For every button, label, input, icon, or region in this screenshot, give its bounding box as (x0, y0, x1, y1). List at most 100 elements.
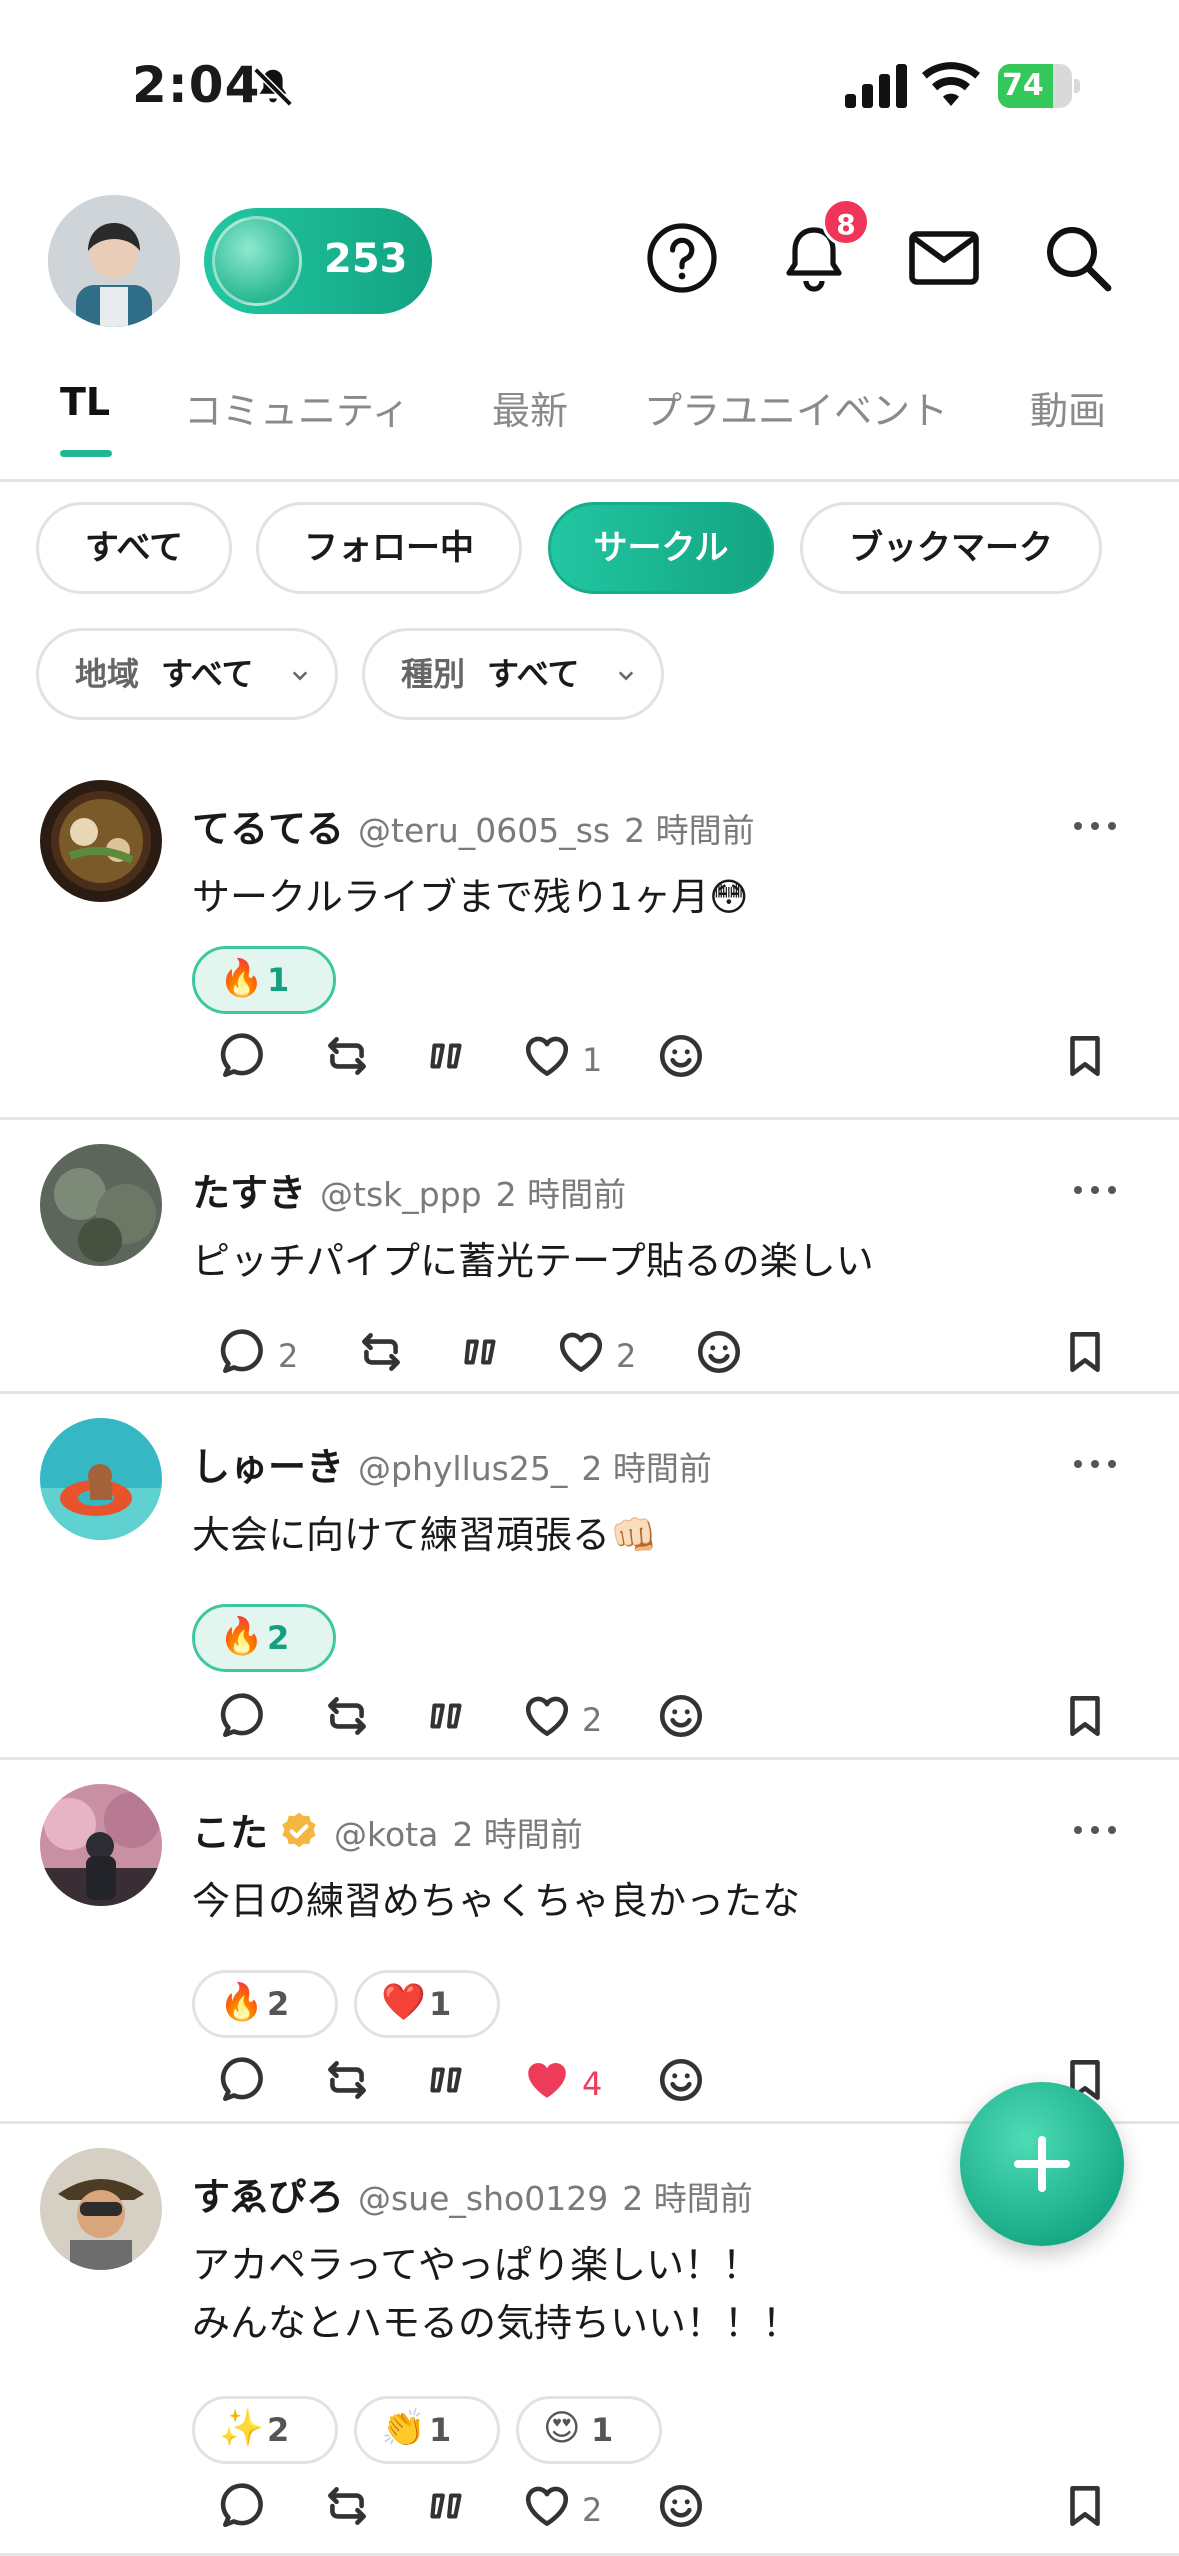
more-options-icon[interactable] (1070, 816, 1120, 836)
post-author-name[interactable]: しゅーき (192, 1445, 344, 1489)
reaction-count: 1 (591, 2411, 614, 2449)
post-author-handle[interactable]: @sue_sho0129 (358, 2179, 608, 2218)
post-author-handle[interactable]: @phyllus25_ (358, 1449, 567, 1488)
filter-circle[interactable]: サークル (548, 502, 774, 594)
reply-button[interactable] (218, 1030, 268, 1090)
post-card[interactable]: こた @kota 2 時間前 今日の練習めちゃくちゃ良かったな 🔥 2 ❤️ 1 4 (0, 1760, 1179, 2124)
points-pill[interactable]: 253 (204, 208, 432, 314)
quote-button[interactable] (422, 2480, 472, 2540)
post-avatar[interactable] (40, 780, 162, 902)
more-options-icon[interactable] (1070, 1180, 1120, 1200)
reaction-count: 2 (267, 1985, 290, 2023)
compose-button[interactable] (960, 2082, 1124, 2246)
tab-tl[interactable]: TL (60, 380, 110, 424)
like-button[interactable]: 2 (522, 2480, 602, 2540)
add-reaction-button[interactable] (656, 2054, 706, 2114)
post-author-handle[interactable]: @tsk_ppp (320, 1175, 482, 1214)
post-avatar[interactable] (40, 1784, 162, 1906)
like-button[interactable]: 1 (522, 1030, 602, 1090)
search-icon[interactable] (1038, 218, 1118, 298)
post-text: サークルライブまで残り1ヶ月😳 (192, 875, 749, 919)
repost-button[interactable] (322, 1030, 372, 1090)
heart-icon (522, 2055, 572, 2113)
cellular-signal-icon (845, 64, 907, 108)
post-author-name[interactable]: たすき (192, 1171, 306, 1215)
more-options-icon[interactable] (1070, 1820, 1120, 1840)
chevron-down-icon (292, 671, 308, 681)
filter-all[interactable]: すべて (36, 502, 232, 594)
like-button[interactable]: 2 (522, 1690, 602, 1750)
post-author-name[interactable]: てるてる (192, 807, 344, 851)
tab-events[interactable]: プラユニイベント (644, 380, 948, 435)
quote-button[interactable] (422, 1690, 472, 1750)
reaction-chip[interactable]: 🔥 2 (192, 1604, 336, 1672)
post-author-name[interactable]: こた (192, 1811, 268, 1855)
reaction-chip[interactable]: 🔥 2 (192, 1970, 338, 2038)
filter-following[interactable]: フォロー中 (256, 502, 522, 594)
type-dropdown[interactable]: 種別 すべて (362, 628, 664, 720)
post-author-handle[interactable]: @teru_0605_ss (358, 811, 610, 850)
filter-bookmark[interactable]: ブックマーク (800, 502, 1102, 594)
repost-icon (356, 1327, 406, 1385)
add-reaction-button[interactable] (656, 1690, 706, 1750)
reply-icon (218, 1327, 268, 1385)
reaction-chip[interactable]: 🔥 1 (192, 946, 336, 1014)
repost-button[interactable] (322, 2480, 372, 2540)
profile-avatar[interactable] (48, 195, 180, 327)
status-time: 2:04 (132, 56, 261, 114)
bookmark-button[interactable] (1060, 2480, 1110, 2540)
tab-latest[interactable]: 最新 (492, 380, 568, 435)
post-avatar[interactable] (40, 2148, 162, 2270)
reply-icon (218, 1691, 268, 1749)
post-author-name[interactable]: すゑぴろ (192, 2175, 344, 2219)
like-button[interactable]: 2 (556, 1326, 636, 1386)
more-options-icon[interactable] (1070, 1454, 1120, 1474)
quote-button[interactable] (456, 1326, 506, 1386)
post-header: すゑぴろ @sue_sho0129 2 時間前 (192, 2166, 753, 2221)
repost-button[interactable] (322, 2054, 372, 2114)
repost-icon (322, 2055, 372, 2113)
post-time: 2 時間前 (581, 1449, 712, 1488)
reply-count: 2 (278, 1337, 299, 1375)
reaction-chip[interactable]: 😍 1 (516, 2396, 662, 2464)
quote-icon (422, 1031, 472, 1089)
bookmark-button[interactable] (1060, 1326, 1110, 1386)
post-header: こた @kota 2 時間前 (192, 1802, 583, 1857)
add-reaction-button[interactable] (656, 1030, 706, 1090)
post-card[interactable]: たすき @tsk_ppp 2 時間前 ピッチパイプに蓄光テープ貼るの楽しい 2 2 (0, 1120, 1179, 1394)
post-time: 2 時間前 (495, 1175, 627, 1214)
add-reaction-button[interactable] (656, 2480, 706, 2540)
reply-button[interactable] (218, 2054, 268, 2114)
reply-button[interactable]: 2 (218, 1326, 298, 1386)
post-avatar[interactable] (40, 1418, 162, 1540)
post-avatar[interactable] (40, 1144, 162, 1266)
like-count: 2 (582, 2491, 603, 2529)
repost-button[interactable] (356, 1326, 406, 1386)
tab-videos[interactable]: 動画 (1030, 380, 1106, 435)
reaction-chip[interactable]: 👏 1 (354, 2396, 500, 2464)
add-reaction-button[interactable] (694, 1326, 744, 1386)
bookmark-button[interactable] (1060, 1030, 1110, 1090)
tab-community[interactable]: コミュニティ (184, 380, 410, 435)
reply-button[interactable] (218, 2480, 268, 2540)
reaction-chip[interactable]: ❤️ 1 (354, 1970, 500, 2038)
post-card[interactable]: てるてる @teru_0605_ss 2 時間前 サークルライブまで残り1ヶ月😳 🔥… (0, 776, 1179, 1120)
verified-badge-icon (282, 1812, 316, 1848)
post-text: ピッチパイプに蓄光テープ貼るの楽しい (192, 1239, 874, 1283)
mail-icon[interactable] (904, 218, 984, 298)
post-header: しゅーき @phyllus25_ 2 時間前 (192, 1436, 712, 1491)
quote-button[interactable] (422, 1030, 472, 1090)
quote-button[interactable] (422, 2054, 472, 2114)
post-actions: 2 2 (0, 1326, 1179, 1386)
post-author-handle[interactable]: @kota (334, 1815, 438, 1854)
reaction-emoji: ❤️ (381, 1982, 426, 2023)
region-dropdown[interactable]: 地域 すべて (36, 628, 338, 720)
bookmark-button[interactable] (1060, 1690, 1110, 1750)
post-card[interactable]: しゅーき @phyllus25_ 2 時間前 大会に向けて練習頑張る👊🏻 🔥 2 2 (0, 1394, 1179, 1760)
repost-button[interactable] (322, 1690, 372, 1750)
quote-icon (422, 2481, 472, 2539)
like-button[interactable]: 4 (522, 2054, 602, 2114)
help-icon[interactable] (642, 218, 722, 298)
reply-button[interactable] (218, 1690, 268, 1750)
reaction-chip[interactable]: ✨ 2 (192, 2396, 338, 2464)
